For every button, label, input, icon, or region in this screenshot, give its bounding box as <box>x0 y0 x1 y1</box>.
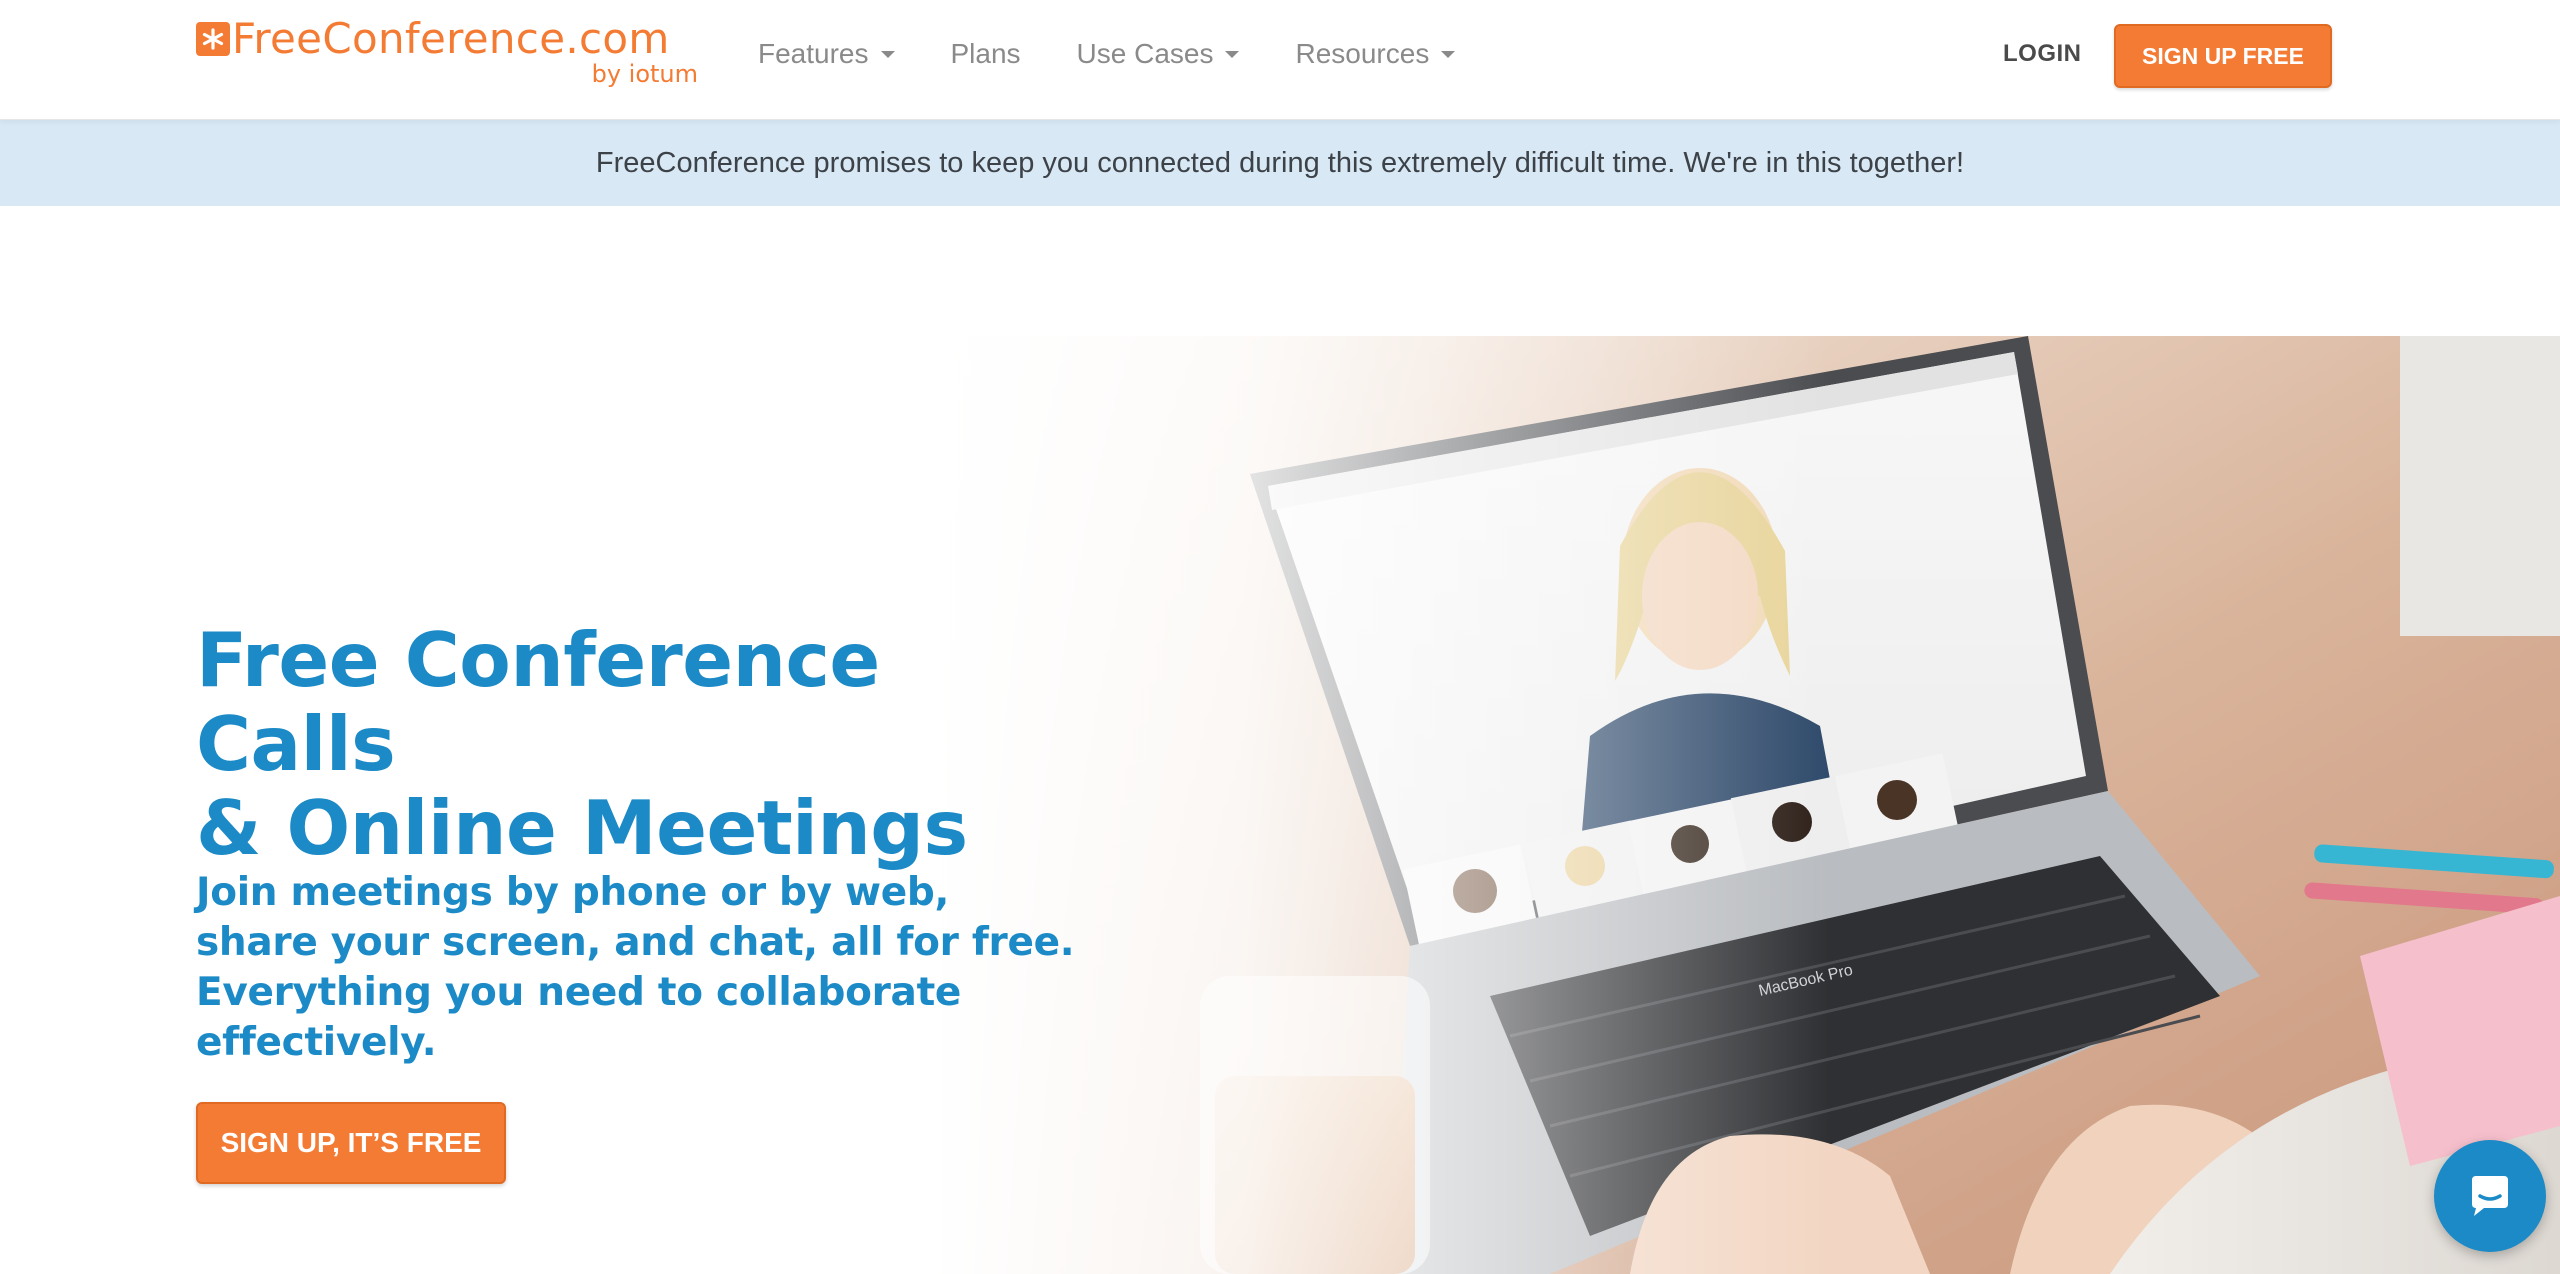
hero-subtitle-line-4: effectively. <box>196 1020 437 1065</box>
signup-its-free-button[interactable]: SIGN UP, IT’S FREE <box>196 1102 506 1184</box>
site-header: FreeConference.com by iotum Features Pla… <box>0 0 2560 120</box>
hero-title-line-1: Free Conference Calls <box>196 616 880 788</box>
caret-down-icon <box>1225 50 1240 58</box>
notice-banner: FreeConference promises to keep you conn… <box>0 120 2560 206</box>
nav-plans[interactable]: Plans <box>951 38 1021 70</box>
caret-down-icon <box>880 50 895 58</box>
login-link[interactable]: LOGIN <box>2003 40 2082 68</box>
nav-features-label: Features <box>758 38 869 69</box>
caret-down-icon <box>1441 50 1456 58</box>
logo-asterisk-icon <box>196 22 230 56</box>
chat-widget-button[interactable] <box>2434 1140 2546 1252</box>
hero-subtitle-line-2: share your screen, and chat, all for fre… <box>196 920 1075 965</box>
site-logo[interactable]: FreeConference.com by iotum <box>196 14 706 92</box>
nav-use-cases[interactable]: Use Cases <box>1077 38 1240 70</box>
main-nav: Features Plans Use Cases Resources <box>758 38 1511 70</box>
nav-resources[interactable]: Resources <box>1295 38 1456 70</box>
hero-section: MacBook Pro Free Conference Calls & Onli… <box>0 206 2560 1274</box>
hero-title-line-2: & Online Meetings <box>196 784 968 872</box>
hero-subtitle-line-3: Everything you need to collaborate <box>196 970 962 1015</box>
notice-banner-text: FreeConference promises to keep you conn… <box>595 146 1965 179</box>
signup-free-button[interactable]: SIGN UP FREE <box>2114 24 2332 88</box>
nav-resources-label: Resources <box>1295 38 1430 69</box>
logo-byline: by iotum <box>591 60 698 88</box>
hero-title: Free Conference Calls & Online Meetings <box>196 618 1096 870</box>
hero-subtitle-line-1: Join meetings by phone or by web, <box>196 870 950 915</box>
logo-wordmark: FreeConference.com <box>232 14 670 63</box>
nav-plans-label: Plans <box>950 38 1021 69</box>
chat-bubble-icon <box>2472 1176 2508 1216</box>
nav-use-cases-label: Use Cases <box>1076 38 1214 69</box>
hero-photo: MacBook Pro <box>930 336 2560 1274</box>
hero-subtitle: Join meetings by phone or by web, share … <box>196 868 1076 1068</box>
nav-features[interactable]: Features <box>758 38 895 70</box>
